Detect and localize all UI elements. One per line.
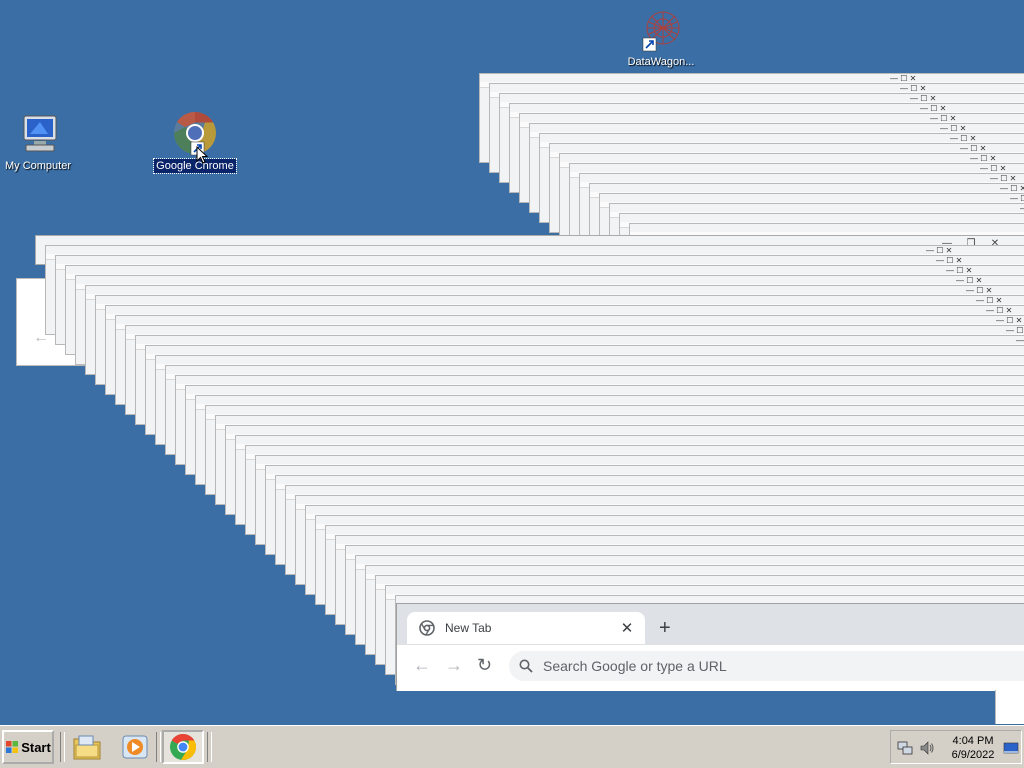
window-controls-icon[interactable]: — ☐ ✕ (950, 134, 976, 143)
start-label: Start (21, 739, 51, 755)
window-controls-icon[interactable]: — ☐ ✕ (920, 104, 946, 113)
windows-flag-icon (6, 741, 19, 753)
show-desktop-icon[interactable] (1003, 740, 1019, 756)
media-player-icon (122, 735, 148, 759)
toolbar-grip[interactable] (60, 732, 65, 762)
window-controls-icon[interactable]: — ☐ ✕ (910, 94, 936, 103)
folder-icon (73, 735, 101, 760)
volume-icon[interactable] (919, 740, 935, 756)
system-tray: 4:04 PM 6/9/2022 (890, 730, 1022, 764)
back-arrow-icon[interactable]: ← (413, 655, 431, 676)
new-tab-plus-icon[interactable]: + (659, 616, 671, 640)
window-controls-icon[interactable]: — ☐ ✕ (926, 246, 952, 255)
toolbar-grip[interactable] (156, 732, 161, 762)
window-controls-icon[interactable]: — ☐ ✕ (976, 296, 1002, 305)
mouse-cursor-icon (196, 146, 208, 164)
chrome-window[interactable]: New Tab ✕ + ← → ↻ (396, 603, 1024, 691)
start-button[interactable]: Start (2, 730, 54, 764)
address-bar-input[interactable] (541, 657, 1024, 675)
window-edge (995, 690, 1024, 724)
window-controls-icon[interactable]: — ☐ ✕ (990, 174, 1016, 183)
taskbar: Start 4:04 PM 6/9/2022 (0, 725, 1024, 768)
window-controls-icon[interactable]: — ☐ ✕ (1010, 194, 1024, 203)
window-controls-icon[interactable]: — ☐ ✕ (930, 114, 956, 123)
network-icon[interactable] (897, 740, 913, 756)
clock-date: 6/9/2022 (951, 749, 995, 761)
window-controls-icon[interactable]: — ☐ ✕ (980, 164, 1006, 173)
reload-icon[interactable]: ↻ (477, 655, 492, 676)
window-controls-icon[interactable]: — ☐ ✕ (960, 144, 986, 153)
window-controls-icon[interactable]: — ☐ ✕ (1000, 184, 1024, 193)
window-controls-icon[interactable]: — ☐ ✕ (900, 84, 926, 93)
search-icon (519, 659, 533, 673)
quick-launch-media-player[interactable] (118, 730, 152, 764)
window-controls-icon[interactable]: — ☐ ✕ (956, 276, 982, 285)
tab-title: New Tab (445, 621, 492, 635)
window-cascade: — ☐ ✕ — ☐ ✕ — ☐ ✕ — ☐ ✕ — ☐ ✕ — ☐ ✕ — ☐ ✕ — ☐ ✕… (0, 0, 1024, 768)
window-controls-icon[interactable]: — ☐ ✕ (1006, 326, 1024, 335)
taskbar-chrome-button[interactable] (162, 730, 204, 764)
window-controls-icon[interactable]: — ☐ ✕ (890, 74, 916, 83)
toolbar-grip[interactable] (207, 732, 212, 762)
forward-arrow-icon[interactable]: → (445, 655, 463, 676)
tab-new-tab[interactable]: New Tab ✕ (407, 612, 645, 644)
tab-close-icon[interactable]: ✕ (617, 619, 637, 637)
clock-time: 4:04 PM (952, 735, 994, 747)
chrome-icon (170, 733, 197, 760)
window-controls-icon[interactable]: — ☐ ✕ (986, 306, 1012, 315)
window-controls-icon[interactable]: — ☐ ✕ (996, 316, 1022, 325)
window-controls-icon[interactable]: — ☐ ✕ (946, 266, 972, 275)
quick-launch-explorer[interactable] (70, 730, 104, 764)
window-controls-icon[interactable]: — ☐ ✕ (1020, 204, 1024, 213)
window-controls-icon[interactable]: — ☐ ✕ (936, 256, 962, 265)
window-controls-icon[interactable]: — ☐ ✕ (970, 154, 996, 163)
clock[interactable]: 4:04 PM 6/9/2022 (943, 734, 1003, 762)
browser-toolbar: ← → ↻ (397, 644, 1024, 691)
window-controls-icon[interactable]: — ☐ ✕ (940, 124, 966, 133)
window-controls-icon[interactable]: — ☐ ✕ (1016, 336, 1024, 345)
window-controls-icon[interactable]: — ☐ ✕ (966, 286, 992, 295)
omnibox[interactable] (509, 651, 1024, 681)
chrome-favicon-icon (419, 620, 435, 636)
